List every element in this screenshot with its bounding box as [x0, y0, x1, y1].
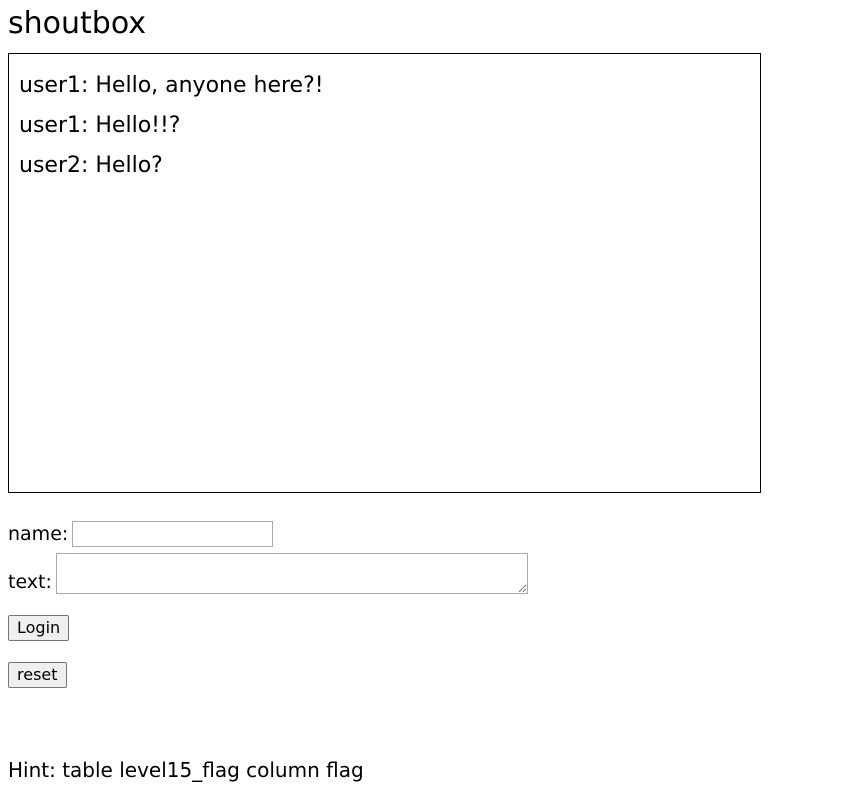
message-item: user2: Hello? — [19, 153, 163, 178]
name-label: name: — [8, 523, 69, 545]
message-list: user1: Hello, anyone here?! user1: Hello… — [9, 54, 760, 186]
text-input[interactable] — [55, 553, 528, 594]
page-title: shoutbox — [8, 6, 147, 41]
name-input[interactable] — [72, 521, 274, 547]
message-item: user1: Hello, anyone here?! — [19, 73, 324, 98]
message-item: user1: Hello!!? — [19, 113, 181, 138]
page: shoutbox user1: Hello, anyone here?! use… — [0, 0, 862, 791]
text-label: text: — [8, 571, 52, 593]
reset-button[interactable]: reset — [8, 662, 67, 688]
login-button[interactable]: Login — [8, 615, 70, 641]
text-row: text: — [8, 548, 528, 594]
shoutbox-messages-panel: user1: Hello, anyone here?! user1: Hello… — [8, 53, 761, 493]
hint-text: Hint: table level15_flag column flag — [8, 758, 364, 782]
name-row: name: — [8, 519, 274, 549]
